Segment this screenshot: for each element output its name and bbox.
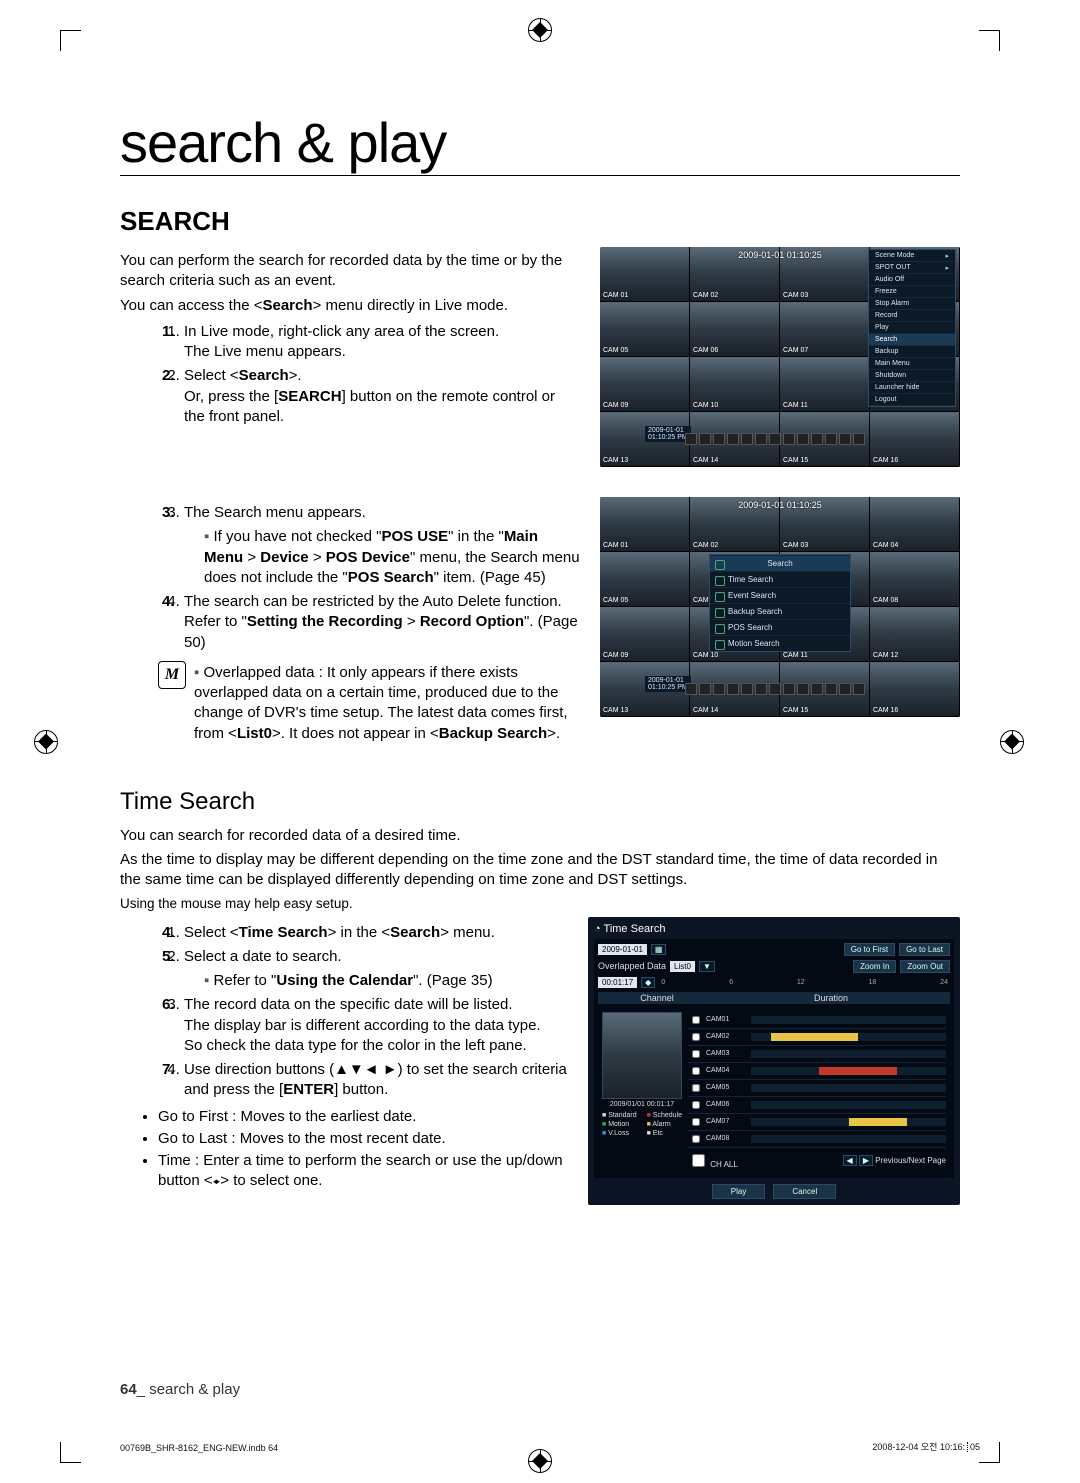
overlap-label: Overlapped Data (598, 961, 666, 971)
subsection-time-search: Time Search (120, 788, 960, 816)
go-first-button: Go to First (844, 943, 895, 956)
page-footer: 64_ search & play (120, 1381, 240, 1398)
next-page-icon: ▶ (859, 1155, 873, 1166)
dropdown-icon: ▼ (699, 961, 715, 972)
step-1: 1.In Live mode, right-click any area of … (184, 322, 580, 363)
search-popup: Search Time Search Event Search Backup S… (709, 554, 851, 652)
ts-intro-1: You can search for recorded data of a de… (120, 826, 960, 846)
ts-step-7: 7.Use direction buttons (▲▼◄ ►) to set t… (184, 1060, 568, 1101)
preview-image (602, 1012, 682, 1099)
preview-timestamp: 2009/01/01 00:01:17 (602, 1101, 682, 1108)
ts-bullet-first: Go to First : Moves to the earliest date… (158, 1107, 568, 1127)
ts-step-4: 4.Select <Time Search> in the <Search> m… (184, 923, 568, 943)
dvr-bottom-timestamp: 2009-01-0101:10:25 PM (645, 426, 691, 442)
section-heading-search: SEARCH (120, 206, 960, 237)
time-field: 00:01:17 (598, 977, 637, 988)
panel-title: Time Search (594, 923, 954, 935)
intro-line-1: You can perform the search for recorded … (120, 251, 580, 292)
time-spinner-icon: ◆ (641, 977, 655, 988)
prev-page-icon: ◀ (843, 1155, 857, 1166)
step-2: 2.Select <Search>. Or, press the [SEARCH… (184, 366, 580, 427)
page-title: search & play (120, 110, 960, 176)
ts-intro-3: Using the mouse may help easy setup. (120, 895, 960, 913)
screenshot-time-search-panel: Time Search 2009-01-01 ▦ Go to First Go … (588, 917, 960, 1205)
play-button: Play (712, 1184, 766, 1199)
note-icon: M (158, 661, 186, 689)
col-channel: Channel (602, 993, 712, 1003)
note-text: Overlapped data : It only appears if the… (194, 663, 580, 744)
ts-step-6: 6.The record data on the specific date w… (184, 995, 568, 1056)
ts-intro-2: As the time to display may be different … (120, 850, 960, 891)
dvr-timestamp: 2009-01-01 01:10:25 (738, 250, 822, 260)
dvr-iconbar (685, 433, 865, 445)
calendar-icon: ▦ (651, 944, 667, 955)
step-4: 4.The search can be restricted by the Au… (184, 592, 580, 653)
col-duration: Duration (716, 993, 946, 1003)
legend: Standard Schedule Motion Alarm V.Loss Et… (602, 1112, 682, 1137)
ts-bullet-time: Time : Enter a time to perform the searc… (158, 1151, 568, 1192)
zoom-out-button: Zoom Out (900, 960, 950, 973)
ts-step-5: 5.Select a date to search. Refer to "Usi… (184, 947, 568, 992)
ts-bullet-last: Go to Last : Moves to the most recent da… (158, 1129, 568, 1149)
context-menu: Scene Mode SPOT OUT Audio Off Freeze Sto… (868, 249, 956, 407)
overlap-value: List0 (670, 961, 695, 972)
print-timestamp: 2008-12-04 오전 10:16:05 (872, 1440, 980, 1453)
screenshot-search-menu: CAM 01 CAM 02 CAM 03 CAM 04 CAM 05 CAM 0… (600, 497, 960, 717)
go-last-button: Go to Last (899, 943, 950, 956)
cancel-button: Cancel (773, 1184, 836, 1199)
date-field: 2009-01-01 (598, 944, 647, 955)
zoom-in-button: Zoom In (853, 960, 896, 973)
print-file-path: 00769B_SHR-8162_ENG-NEW.indb 64 (120, 1443, 278, 1453)
screenshot-live-context-menu: CAM 01 CAM 02 CAM 03 CAM 04 CAM 05 CAM 0… (600, 247, 960, 467)
step-3: 3.The Search menu appears. If you have n… (184, 503, 580, 588)
intro-line-2: You can access the <Search> menu directl… (120, 296, 580, 316)
